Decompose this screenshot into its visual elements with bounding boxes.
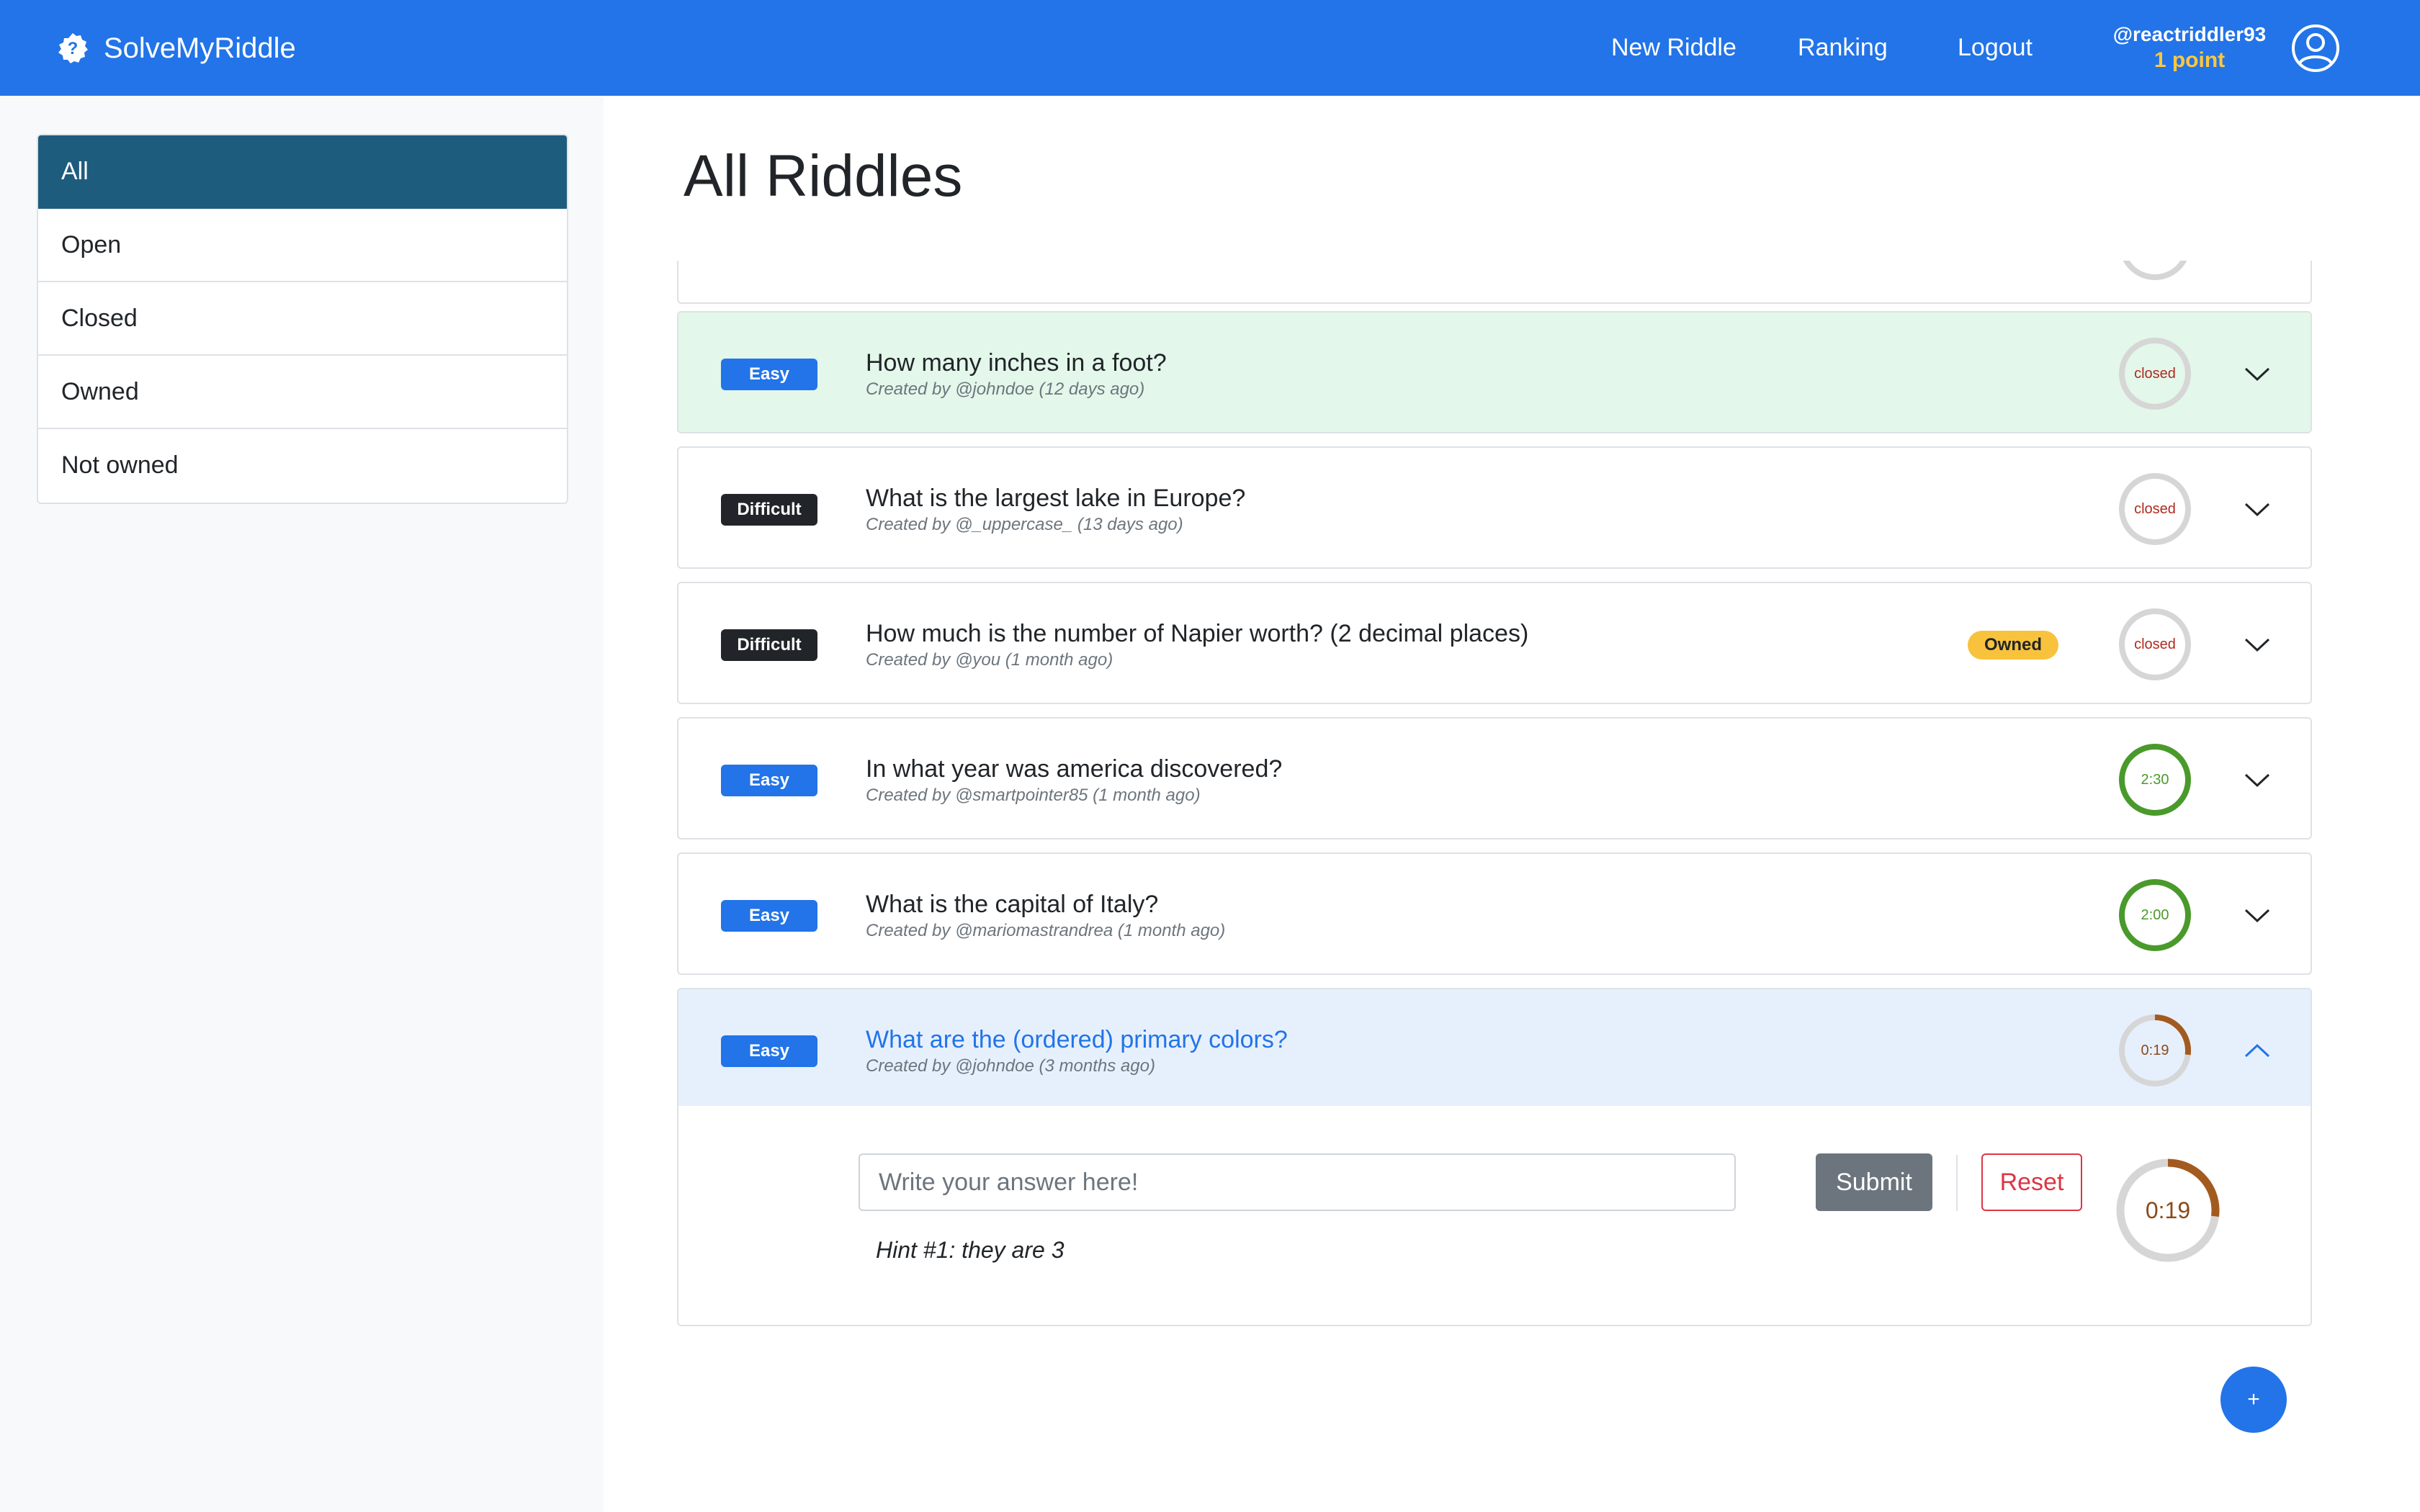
riddle-meta: Created by @johndoe (3 months ago) [866, 1056, 1155, 1076]
submit-button[interactable]: Submit [1816, 1153, 1932, 1211]
svg-text:?: ? [68, 39, 79, 58]
filter-open[interactable]: Open [38, 209, 567, 282]
filter-not-owned[interactable]: Not owned [38, 429, 567, 503]
page-title: All Riddles [684, 143, 963, 209]
riddle-card-partial[interactable] [677, 261, 2312, 304]
chevron-down-icon[interactable] [2241, 903, 2273, 927]
filter-list: All Open Closed Owned Not owned [37, 134, 568, 504]
owned-badge: Owned [1968, 631, 2058, 660]
riddle-timer: closed [2118, 607, 2192, 682]
chevron-down-icon[interactable] [2241, 361, 2273, 386]
riddle-timer: 2:00 [2118, 878, 2192, 953]
filter-all[interactable]: All [38, 135, 567, 209]
riddle-card[interactable]: Easy How many inches in a foot? Created … [677, 311, 2312, 433]
hint-text: Hint #1: they are 3 [876, 1237, 1065, 1263]
difficulty-badge: Easy [721, 900, 817, 932]
riddle-question[interactable]: What is the capital of Italy? [866, 888, 1158, 920]
filter-owned[interactable]: Owned [38, 356, 567, 429]
riddle-meta: Created by @you (1 month ago) [866, 650, 1113, 670]
riddle-question[interactable]: How much is the number of Napier worth? … [866, 618, 1528, 649]
riddle-question[interactable]: How many inches in a foot? [866, 347, 1167, 379]
timer-label: closed [2134, 366, 2176, 382]
user-avatar-icon[interactable] [2290, 23, 2341, 73]
chevron-up-icon[interactable] [2241, 1038, 2273, 1063]
add-riddle-button[interactable]: + [2220, 1367, 2287, 1433]
answer-panel: Submit Reset Hint #1: they are 3 0:19 [677, 1106, 2312, 1326]
chevron-down-icon[interactable] [2241, 632, 2273, 657]
timer-label: 2:00 [2141, 907, 2169, 923]
riddle-card[interactable]: Easy In what year was america discovered… [677, 717, 2312, 840]
filter-closed[interactable]: Closed [38, 282, 567, 356]
difficulty-badge: Easy [721, 1035, 817, 1067]
riddle-timer: 2:30 [2118, 742, 2192, 817]
user-info: @reactriddler93 1 point [2110, 22, 2269, 73]
sidebar: All Open Closed Owned Not owned [0, 96, 604, 1512]
timer-label: 2:30 [2141, 772, 2169, 788]
timer-label: closed [2134, 636, 2176, 652]
user-points: 1 point [2154, 48, 2226, 72]
difficulty-badge: Difficult [721, 494, 817, 526]
brand[interactable]: ? SolveMyRiddle [56, 29, 296, 68]
riddle-timer: 0:19 [2118, 1013, 2192, 1088]
question-badge-icon: ? [58, 33, 88, 63]
chevron-down-icon[interactable] [2241, 768, 2273, 792]
riddle-question[interactable]: What is the largest lake in Europe? [866, 482, 1245, 514]
difficulty-badge: Difficult [721, 629, 817, 661]
nav-logout[interactable]: Logout [1958, 32, 2033, 63]
top-navbar: ? SolveMyRiddle New Riddle Ranking Logou… [0, 0, 2420, 96]
riddle-meta: Created by @mariomastrandrea (1 month ag… [866, 921, 1226, 940]
chevron-down-icon[interactable] [2241, 497, 2273, 521]
riddle-timer: closed [2118, 472, 2192, 546]
riddle-question[interactable]: What are the (ordered) primary colors? [866, 1024, 1288, 1056]
reset-button[interactable]: Reset [1981, 1153, 2082, 1211]
timer-ring [2123, 261, 2187, 280]
answer-input[interactable] [859, 1153, 1736, 1211]
timer-label: 0:19 [2145, 1197, 2191, 1223]
riddle-card-expanded[interactable]: Easy What are the (ordered) primary colo… [677, 988, 2312, 1107]
riddle-card[interactable]: Difficult How much is the number of Napi… [677, 582, 2312, 704]
divider [1956, 1155, 1958, 1211]
riddle-question[interactable]: In what year was america discovered? [866, 753, 1282, 785]
difficulty-badge: Easy [721, 765, 817, 796]
brand-name: SolveMyRiddle [104, 32, 296, 64]
timer-label: closed [2134, 501, 2176, 517]
riddle-card[interactable]: Easy What is the capital of Italy? Creat… [677, 852, 2312, 975]
user-handle: @reactriddler93 [2112, 23, 2267, 45]
nav-new-riddle[interactable]: New Riddle [1611, 32, 1736, 63]
timer-label: 0:19 [2141, 1043, 2169, 1058]
nav-ranking[interactable]: Ranking [1798, 32, 1888, 63]
answer-timer: 0:19 [2114, 1156, 2222, 1264]
riddle-meta: Created by @johndoe (12 days ago) [866, 379, 1145, 399]
riddle-meta: Created by @_uppercase_ (13 days ago) [866, 515, 1183, 534]
riddle-list: Easy How many inches in a foot? Created … [677, 261, 2312, 1355]
riddle-timer: closed [2118, 336, 2192, 411]
difficulty-badge: Easy [721, 359, 817, 390]
riddle-meta: Created by @smartpointer85 (1 month ago) [866, 786, 1201, 805]
riddle-card[interactable]: Difficult What is the largest lake in Eu… [677, 446, 2312, 569]
